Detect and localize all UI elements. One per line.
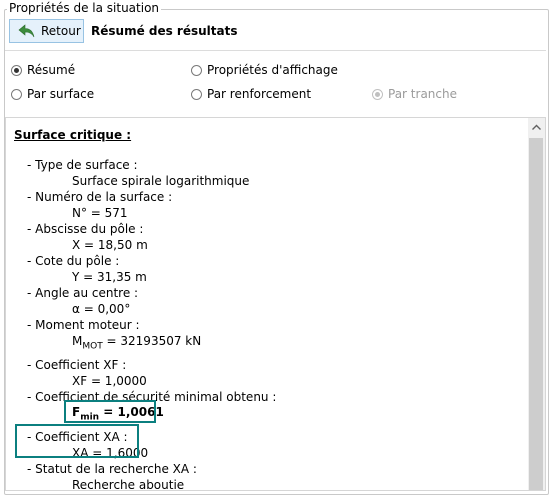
vertical-scrollbar[interactable]	[528, 118, 545, 490]
type-label: - Type de surface :	[27, 158, 138, 172]
abscisse-value: X = 18,50 m	[72, 238, 148, 252]
radio-icon	[191, 88, 202, 100]
fmin-highlight-box	[64, 400, 156, 423]
moment-symbol: M	[72, 334, 83, 348]
radio-proprietes-affichage-label: Propriétés d'affichage	[207, 63, 338, 77]
radio-par-tranche-label: Par tranche	[388, 87, 457, 101]
moment-subscript: MOT	[82, 341, 103, 352]
back-arrow-icon	[18, 24, 35, 38]
back-button[interactable]: Retour	[9, 19, 84, 43]
header-divider	[5, 50, 546, 51]
moment-value: MMOT = 32193507 kN	[72, 334, 201, 351]
cote-value: Y = 31,35 m	[72, 270, 147, 284]
angle-value: α = 0,00°	[72, 302, 131, 316]
scroll-up-button[interactable]	[528, 118, 545, 135]
num-label: - Numéro de la surface :	[27, 190, 173, 204]
num-value: N° = 571	[72, 206, 128, 220]
scrollbar-thumb[interactable]	[529, 138, 543, 490]
radio-selected-icon	[11, 64, 22, 76]
moment-number: = 32193507 kN	[102, 334, 202, 348]
radio-resume[interactable]: Résumé	[11, 63, 75, 77]
back-button-label: Retour	[41, 24, 81, 38]
type-value: Surface spirale logarithmique	[72, 174, 250, 188]
radio-resume-label: Résumé	[27, 63, 76, 77]
radio-par-renforcement-label: Par renforcement	[207, 87, 312, 101]
xf-value: XF = 1,0000	[72, 374, 147, 388]
page-title: Résumé des résultats	[91, 24, 238, 38]
xf-label: - Coefficient XF :	[27, 358, 127, 372]
xa-highlight-box	[15, 424, 139, 458]
angle-label: - Angle au centre :	[27, 286, 139, 300]
radio-par-tranche: Par tranche	[372, 87, 457, 101]
group-title: Propriétés de la situation	[7, 1, 162, 15]
radio-par-renforcement[interactable]: Par renforcement	[191, 87, 311, 101]
radio-par-surface[interactable]: Par surface	[11, 87, 94, 101]
radio-par-surface-label: Par surface	[27, 87, 95, 101]
radio-disabled-icon	[372, 88, 383, 100]
cote-label: - Cote du pôle :	[27, 254, 120, 268]
chevron-up-icon	[532, 124, 541, 130]
abscisse-label: - Abscisse du pôle :	[27, 222, 144, 236]
results-title: Surface critique :	[14, 128, 132, 142]
radio-icon	[191, 64, 202, 76]
radio-icon	[11, 88, 22, 100]
statut-value: Recherche aboutie	[72, 478, 185, 491]
statut-label: - Statut de la recherche XA :	[27, 462, 197, 476]
radio-proprietes-affichage[interactable]: Propriétés d'affichage	[191, 63, 338, 77]
moment-label: - Moment moteur :	[27, 318, 140, 332]
